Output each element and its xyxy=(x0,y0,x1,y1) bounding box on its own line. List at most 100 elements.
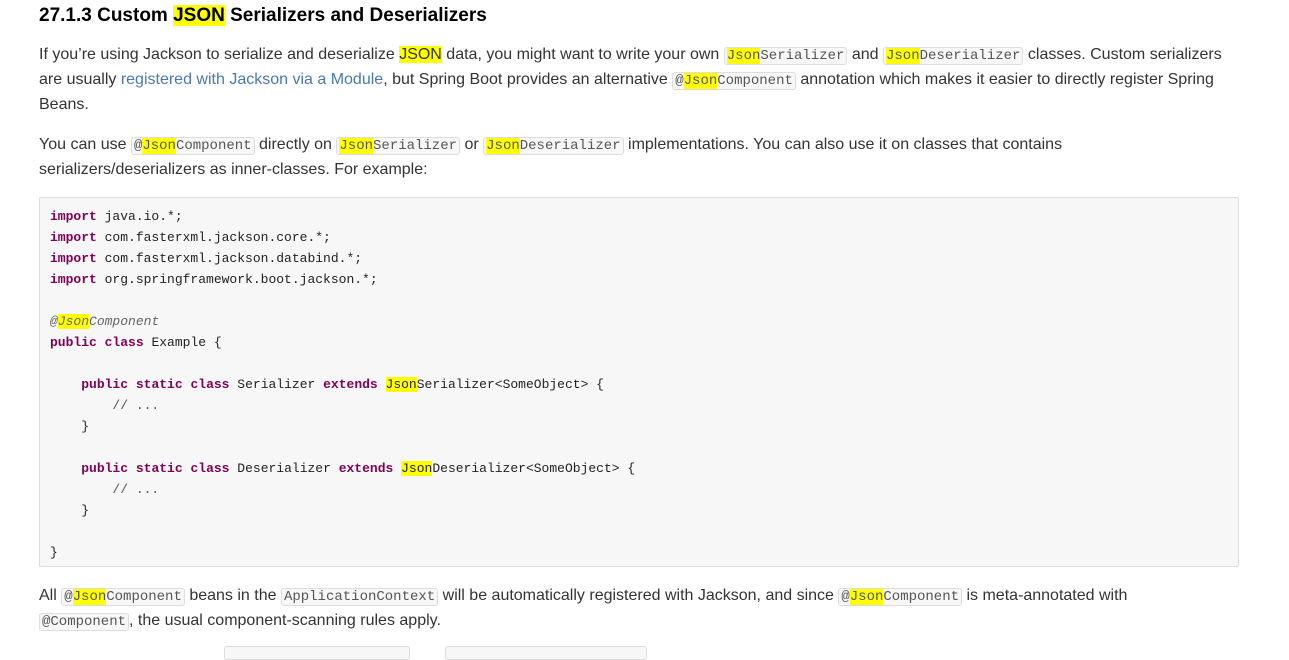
keyword: import xyxy=(50,272,97,287)
code-text: Deserializer xyxy=(519,138,621,154)
code-line: import com.fasterxml.jackson.databind.*; xyxy=(50,248,1228,269)
text: classes. Custom serializers xyxy=(1023,46,1222,63)
code-text: com.fasterxml.jackson.databind.*; xyxy=(96,251,363,266)
code-text: Deserializer xyxy=(919,48,1021,64)
text: You can use xyxy=(39,136,131,153)
search-highlight: JSON xyxy=(399,46,442,63)
code-text: Example { xyxy=(143,335,222,350)
search-highlight: Json xyxy=(849,589,884,605)
keyword: public xyxy=(81,377,129,392)
code-example: import java.io.*; import com.fasterxml.ja… xyxy=(39,197,1239,567)
text: directly on xyxy=(254,136,337,153)
code-text: Serializer<SomeObject> { xyxy=(416,377,604,392)
code-json-serializer: JsonSerializer xyxy=(723,47,848,65)
text: Beans. xyxy=(39,96,89,113)
code-text: @ xyxy=(64,589,73,605)
code-line: public static class Deserializer extends… xyxy=(50,458,1228,479)
code-text: Component xyxy=(106,589,182,605)
code-text: @ xyxy=(675,73,684,89)
code-text: Component xyxy=(89,314,160,329)
search-highlight: Json xyxy=(339,138,373,154)
code-line: // ... xyxy=(50,395,1228,416)
keyword: static xyxy=(135,377,183,392)
code-line: import com.fasterxml.jackson.core.*; xyxy=(50,227,1228,248)
code-json-deserializer: JsonDeserializer xyxy=(883,47,1024,65)
code-text: } xyxy=(81,419,90,434)
code-line: // ... xyxy=(50,479,1228,500)
code-text: Serializer xyxy=(373,138,458,154)
code-text: Deserializer<SomeObject> { xyxy=(432,461,636,476)
code-text: org.springframework.boot.jackson.*; xyxy=(96,272,378,287)
annotation: @JsonComponent xyxy=(50,314,159,329)
text: implementations. You can also use it on … xyxy=(623,136,1063,153)
section-title-text: Serializers and Deserializers xyxy=(224,5,487,26)
code-text: Serializer xyxy=(229,377,324,392)
cutoff-code-snippet xyxy=(445,646,647,660)
code-line: } xyxy=(50,416,1228,437)
keyword: extends xyxy=(323,377,378,392)
text: or xyxy=(460,136,484,153)
code-text: com.fasterxml.jackson.core.*; xyxy=(96,230,331,245)
cutoff-code-snippet xyxy=(224,646,410,660)
keyword: public xyxy=(50,335,97,350)
search-highlight: Json xyxy=(57,314,90,329)
jackson-module-link[interactable]: registered with Jackson via a Module xyxy=(121,71,383,88)
code-text: Component xyxy=(883,589,960,605)
section-title: 27.1.3 Custom JSON Serializers and Deser… xyxy=(39,3,487,29)
code-text: @ xyxy=(841,589,850,605)
code-text: @ xyxy=(50,314,58,329)
keyword: import xyxy=(50,251,97,266)
keyword: public xyxy=(81,461,129,476)
search-highlight: Json xyxy=(886,48,920,64)
code-comment: // ... xyxy=(112,482,160,497)
text-line: You can use @JsonComponent directly on J… xyxy=(39,132,1062,157)
text-line: If you’re using Jackson to serialize and… xyxy=(39,42,1222,67)
code-text: Deserializer xyxy=(229,461,339,476)
keyword: class xyxy=(190,461,230,476)
search-highlight: Json xyxy=(726,48,761,64)
search-highlight: Json xyxy=(683,73,718,89)
text: are usually xyxy=(39,71,121,88)
code-text: Serializer xyxy=(760,48,845,64)
text: and xyxy=(847,46,883,63)
keyword: import xyxy=(50,230,97,245)
search-highlight: Json xyxy=(401,461,433,476)
code-line: public static class Serializer extends J… xyxy=(50,374,1228,395)
code-json-serializer: JsonSerializer xyxy=(336,137,461,155)
code-json-component: @JsonComponent xyxy=(130,137,255,155)
text: beans in the xyxy=(184,587,281,604)
search-highlight: Json xyxy=(486,138,520,154)
intro-paragraph: If you’re using Jackson to serialize and… xyxy=(39,42,1222,117)
text: , but Spring Boot provides an alternativ… xyxy=(383,71,673,88)
code-json-component: @JsonComponent xyxy=(838,588,963,606)
code-json-component: @JsonComponent xyxy=(61,588,185,606)
text: If you’re using Jackson to serialize and… xyxy=(39,46,400,63)
text: is meta-annotated with xyxy=(962,587,1128,604)
code-line: public class Example { xyxy=(50,332,1228,353)
keyword: class xyxy=(190,377,230,392)
code-comment: // ... xyxy=(112,398,160,413)
code-line: import org.springframework.boot.jackson.… xyxy=(50,269,1228,290)
text: annotation which makes it easier to dire… xyxy=(795,71,1214,88)
text: will be automatically registered with Ja… xyxy=(438,587,839,604)
code-text: Component xyxy=(717,73,793,89)
registration-paragraph: All @JsonComponent beans in the Applicat… xyxy=(39,583,1127,633)
search-highlight: Json xyxy=(142,138,176,154)
search-highlight: Json xyxy=(385,377,417,392)
text: All xyxy=(39,587,62,604)
code-text: } xyxy=(81,503,90,518)
text-line: Beans. xyxy=(39,92,1222,117)
code-line: @JsonComponent xyxy=(50,311,1228,332)
code-line: } xyxy=(50,500,1228,521)
keyword: extends xyxy=(338,461,394,476)
keyword: static xyxy=(135,461,183,476)
search-highlight: Json xyxy=(72,589,107,605)
text-line: serializers/deserializers as inner-class… xyxy=(39,157,1062,182)
code-text: } xyxy=(50,545,58,560)
text-line: are usually registered with Jackson via … xyxy=(39,67,1222,92)
keyword: import xyxy=(50,209,97,224)
code-json-deserializer: JsonDeserializer xyxy=(483,137,624,155)
